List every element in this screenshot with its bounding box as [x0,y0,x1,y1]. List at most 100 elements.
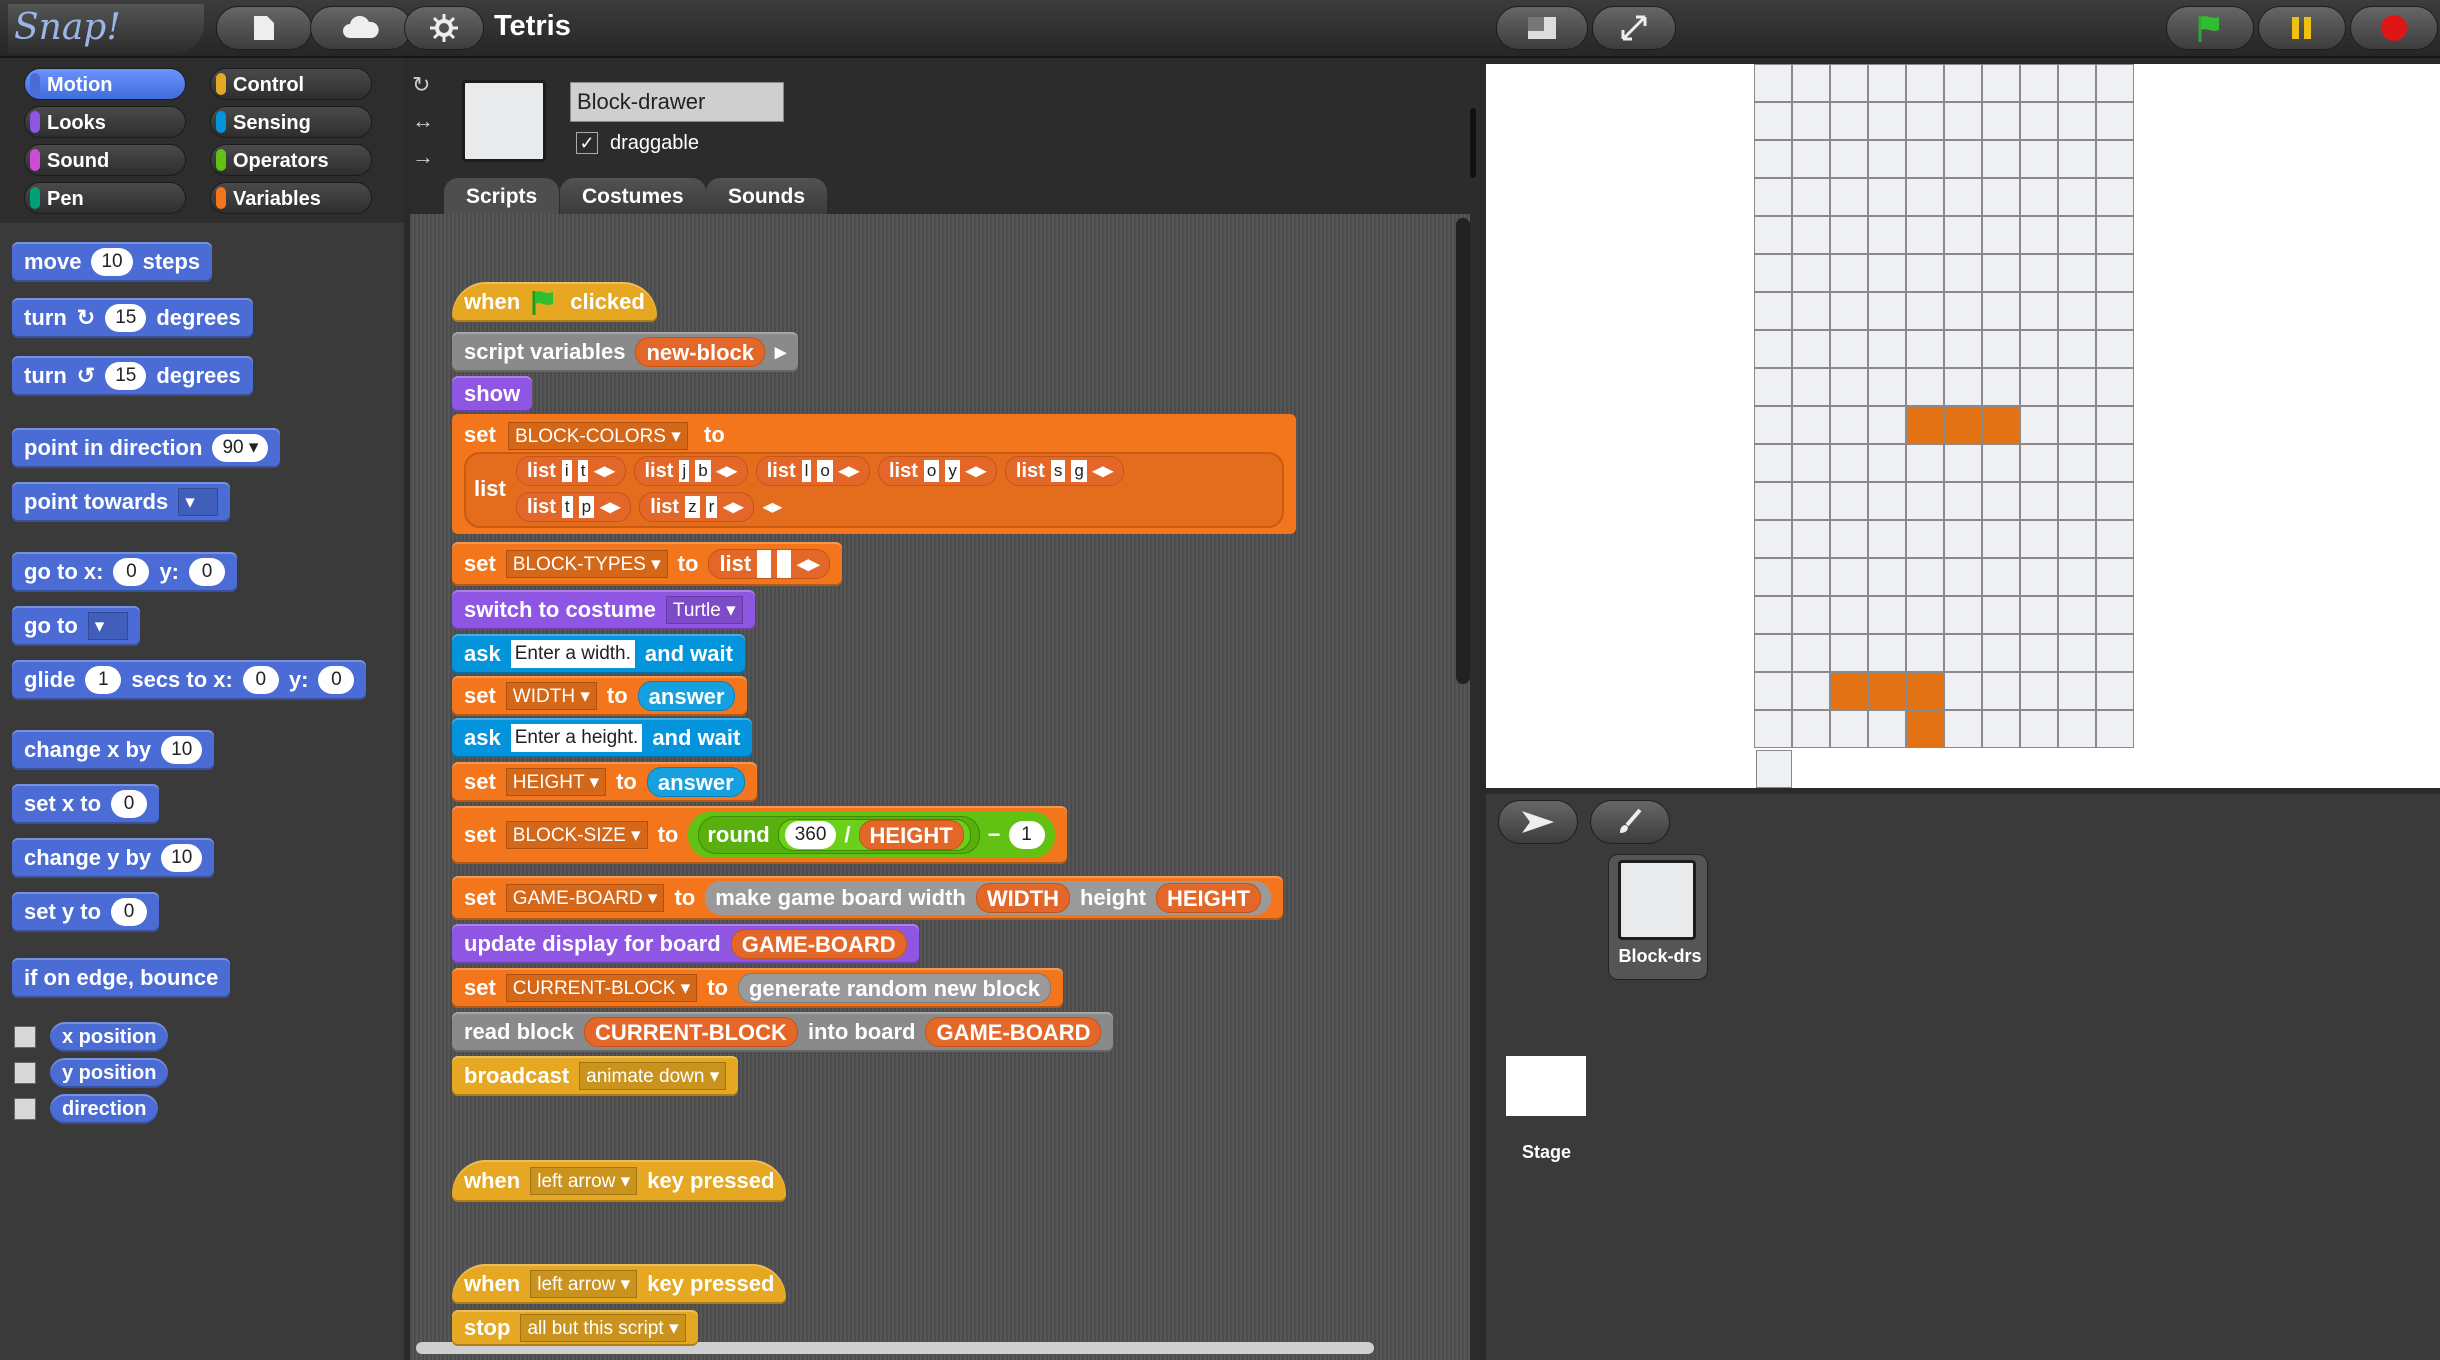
number-input[interactable]: 1 [1008,821,1045,849]
message-dropdown[interactable]: animate down [579,1062,727,1090]
list-item-slot[interactable]: z [685,496,700,518]
stop-block[interactable]: stop all but this script [452,1310,698,1346]
draggable-checkbox[interactable]: ✓ [576,132,598,154]
ask-height-block[interactable]: ask Enter a height. and wait [452,718,753,758]
y-position-reporter[interactable]: y position [50,1058,169,1088]
list-item-slot[interactable]: t [561,496,573,518]
when-key-pressed-hat[interactable]: when left arrow key pressed [452,1264,787,1304]
value-input[interactable]: 0 [111,790,148,818]
update-display-block[interactable]: update display for board GAME-BOARD [452,924,919,964]
paint-new-sprite-button[interactable] [1590,800,1670,844]
file-menu-button[interactable] [216,6,312,50]
value-input[interactable]: 10 [161,844,203,872]
add-turtle-sprite-button[interactable] [1498,800,1578,844]
tab-sounds[interactable]: Sounds [706,178,827,216]
list-item-slot[interactable]: o [923,460,940,482]
key-dropdown[interactable]: left arrow [530,1167,638,1195]
round-reporter[interactable]: round 360 / HEIGHT [698,816,980,854]
category-sound[interactable]: Sound [24,144,186,176]
degrees-input[interactable]: 15 [105,362,147,390]
broadcast-block[interactable]: broadcast animate down [452,1056,739,1096]
tab-costumes[interactable]: Costumes [560,178,706,216]
read-block-block[interactable]: read block CURRENT-BLOCK into board GAME-BO… [452,1012,1114,1052]
variable-dropdown[interactable]: BLOCK-TYPES [505,550,668,578]
quotient-reporter[interactable]: 360 / HEIGHT [777,819,971,851]
variable-dropdown[interactable]: WIDTH [505,682,597,710]
rotation-style-rotate-icon[interactable]: ↻ [412,72,442,102]
list-item-slot[interactable]: j [679,460,690,482]
list-item-slot[interactable]: s [1050,460,1066,482]
x-position-watcher-checkbox[interactable] [14,1026,36,1048]
y-input[interactable]: 0 [318,666,355,694]
change-x-block[interactable]: change x by 10 [12,730,215,770]
difference-reporter[interactable]: round 360 / HEIGHT −1 [688,812,1055,858]
list-reporter[interactable]: list o y ◂▸ [877,456,997,486]
bounce-block[interactable]: if on edge, bounce [12,958,231,998]
category-variables[interactable]: Variables [210,182,372,214]
set-block-size-block[interactable]: set BLOCK-SIZE to round 360 / HEIGHT−1 [452,806,1067,864]
scripts-vertical-scrollbar[interactable] [1456,218,1470,684]
category-motion[interactable]: Motion [24,68,186,100]
list-reporter[interactable]: list z r ◂▸ [639,492,755,522]
stage-thumbnail[interactable] [1506,1056,1586,1116]
list-reporter[interactable]: list j b ◂▸ [633,456,748,486]
arrows-icon[interactable]: ◂▸ [717,456,737,486]
tab-scripts[interactable]: Scripts [444,178,560,216]
variable-dropdown[interactable]: HEIGHT [505,768,607,796]
go-to-block[interactable]: go to [12,606,140,646]
arrows-icon[interactable]: ◂▸ [797,549,819,579]
height-variable[interactable]: HEIGHT [1155,883,1262,913]
y-input[interactable]: 0 [189,558,225,586]
snap-logo[interactable]: Snap! [8,4,204,54]
y-position-watcher-checkbox[interactable] [14,1062,36,1084]
secs-input[interactable]: 1 [85,666,122,694]
move-steps-block[interactable]: move 10 steps [12,242,213,282]
stop-option-dropdown[interactable]: all but this script [520,1314,686,1342]
list-item-slot[interactable]: g [1071,460,1087,482]
make-game-board-reporter[interactable]: make game board width WIDTH height HEIGHT [705,881,1272,915]
list-item-slot[interactable]: b [695,460,711,482]
set-game-board-block[interactable]: set GAME-BOARD to make game board width WIDT… [452,876,1284,920]
list-item-slot[interactable]: i [561,460,572,482]
list-item-slot[interactable]: t [577,460,589,482]
sprite-name-field[interactable]: Block-drawer [570,82,784,122]
list-reporter[interactable]: list ◂▸ [708,549,831,579]
set-height-block[interactable]: set HEIGHT to answer [452,762,757,802]
glide-block[interactable]: glide 1 secs to x: 0 y: 0 [12,660,367,700]
switch-costume-block[interactable]: switch to costume Turtle [452,590,755,630]
category-sensing[interactable]: Sensing [210,106,372,138]
turn-right-block[interactable]: turn ↻ 15 degrees [12,298,253,338]
presentation-mode-button[interactable] [1592,6,1676,50]
arrows-icon[interactable]: ◂▸ [1093,456,1113,486]
current-block-variable[interactable]: CURRENT-BLOCK [584,1017,798,1047]
point-in-direction-block[interactable]: point in direction 90 ▾ [12,428,281,468]
script-variables-block[interactable]: script variables new-block ▸ [452,332,799,372]
list-reporter[interactable]: list s g ◂▸ [1004,456,1124,486]
game-board-variable[interactable]: GAME-BOARD [730,929,907,959]
go-to-dropdown[interactable] [87,612,128,640]
x-position-reporter[interactable]: x position [50,1022,169,1052]
steps-input[interactable]: 10 [91,248,133,276]
degrees-input[interactable]: 15 [105,304,147,332]
list-reporter[interactable]: list t p ◂▸ [516,492,632,522]
list-item-slot[interactable] [777,550,792,578]
value-input[interactable]: 10 [161,736,203,764]
set-y-block[interactable]: set y to 0 [12,892,160,932]
arrows-icon[interactable]: ◂▸ [723,492,743,522]
list-item-slot[interactable]: y [945,460,960,482]
when-key-pressed-hat[interactable]: when left arrow key pressed [452,1160,787,1202]
category-control[interactable]: Control [210,68,372,100]
set-width-block[interactable]: set WIDTH to answer [452,676,748,716]
x-input[interactable]: 0 [113,558,150,586]
variable-dropdown[interactable]: CURRENT-BLOCK [505,974,698,1002]
stage-size-toggle-button[interactable] [1496,6,1588,50]
variable-dropdown[interactable]: BLOCK-COLORS [508,422,688,450]
settings-menu-button[interactable] [404,6,484,50]
stop-button[interactable] [2350,6,2438,50]
when-flag-clicked-hat[interactable]: when clicked [452,282,657,322]
turn-left-block[interactable]: turn ↺ 15 degrees [12,356,253,396]
show-block[interactable]: show [452,376,533,412]
number-input[interactable]: 360 [784,821,837,849]
arrows-icon[interactable]: ◂▸ [839,456,859,486]
variable-dropdown[interactable]: BLOCK-SIZE [505,821,648,849]
